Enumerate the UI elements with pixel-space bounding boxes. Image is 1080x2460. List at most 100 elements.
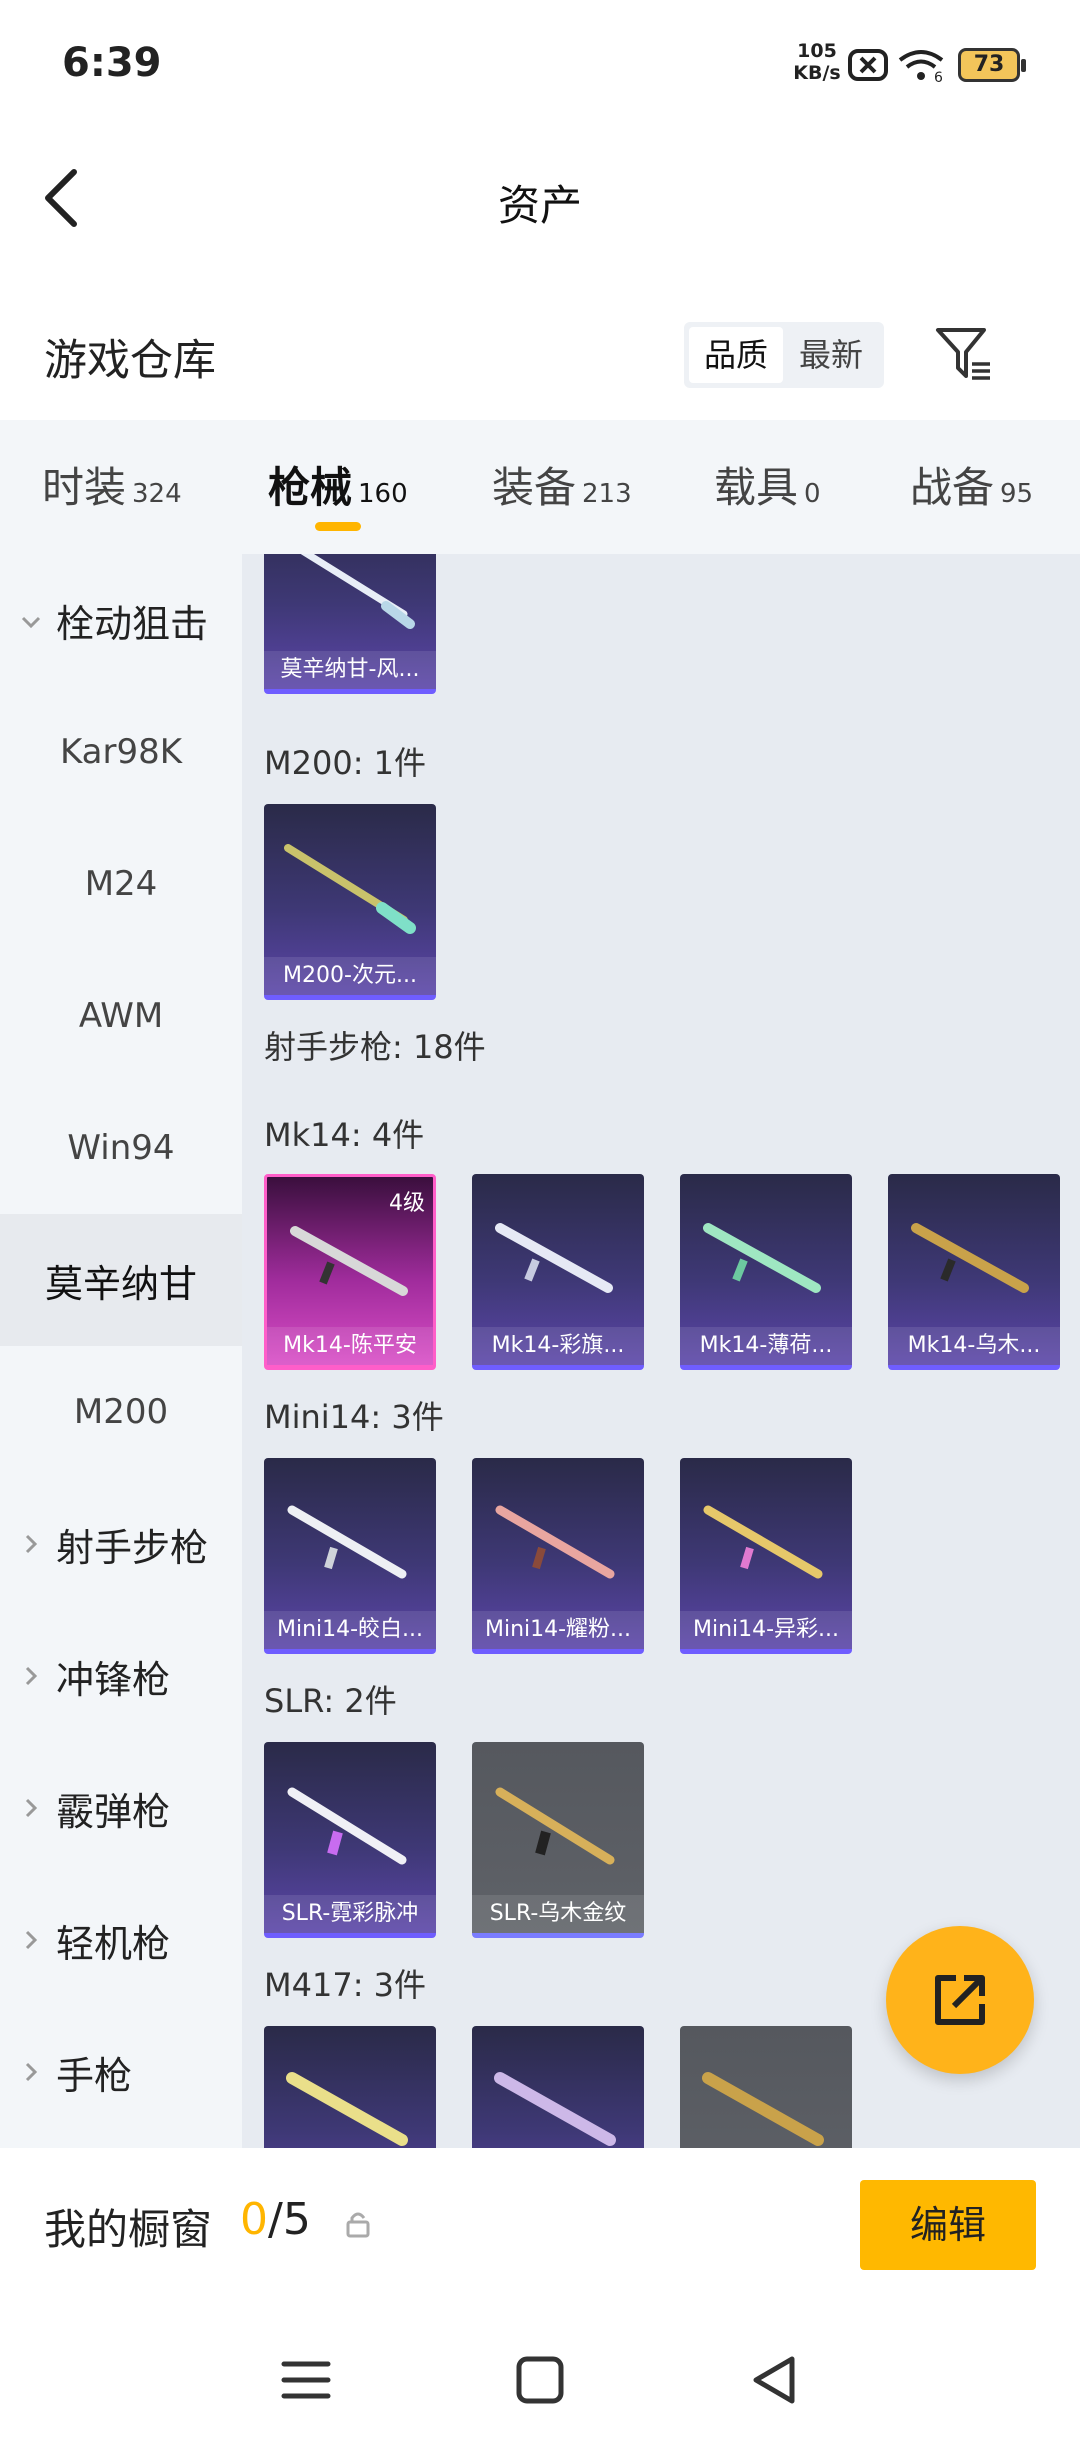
tab-battle-supplies[interactable]: 战备 95 — [910, 454, 1033, 524]
rifle-icon — [287, 1787, 407, 1865]
tab-count: 213 — [582, 479, 632, 509]
weapon-card-name: Mini14-异彩... — [680, 1611, 852, 1649]
filter-icon[interactable] — [934, 324, 994, 384]
rifle-icon — [495, 1787, 615, 1865]
weapon-card-name: Mini14-皎白... — [264, 1611, 436, 1649]
rifle-icon — [284, 844, 416, 934]
sidebar-item-shotgun[interactable]: 霰弹枪 — [0, 1742, 242, 1874]
back-triangle-icon[interactable] — [748, 2354, 800, 2406]
tab-fashion[interactable]: 时装 324 — [42, 454, 182, 524]
weapon-card[interactable]: Mk14-薄荷... — [680, 1174, 852, 1370]
tab-label: 载具 — [714, 463, 799, 512]
sort-latest-button[interactable]: 最新 — [784, 327, 878, 383]
weapon-list: 莫辛纳甘-风... M200: 1件 M200-次元... 射手步枪: 18件 … — [242, 554, 1080, 2148]
sidebar-item-label: Kar98K — [59, 732, 183, 772]
group-title-slr: SLR: 2件 — [264, 1682, 397, 1720]
weapon-card[interactable]: M200-次元... — [264, 804, 436, 1000]
weapon-card[interactable]: SLR-乌木金纹 — [472, 1742, 644, 1938]
weapon-card[interactable]: Mini14-皎白... — [264, 1458, 436, 1654]
sidebar-item-m200[interactable]: M200 — [0, 1346, 242, 1478]
sidebar-item-kar98k[interactable]: Kar98K — [0, 686, 242, 818]
weapon-card[interactable] — [264, 2026, 436, 2148]
home-icon[interactable] — [514, 2354, 566, 2406]
sidebar-item-bolt-action[interactable]: 栓动狙击 — [0, 554, 242, 686]
rifle-icon — [495, 1505, 615, 1579]
rifle-icon — [495, 1223, 613, 1293]
rifle-icon — [911, 1223, 1029, 1293]
chevron-right-icon — [25, 1930, 38, 1950]
weapon-card[interactable] — [472, 2026, 644, 2148]
sidebar-item-win94[interactable]: Win94 — [0, 1082, 242, 1214]
rifle-icon — [703, 1505, 823, 1579]
network-speed: 105 KB/s — [792, 40, 842, 84]
sidebar-item-awm[interactable]: AWM — [0, 950, 242, 1082]
system-navigation-bar — [0, 2302, 1080, 2460]
close-notification-icon — [848, 49, 888, 81]
chevron-right-icon — [25, 1534, 38, 1554]
chevron-down-icon — [21, 616, 41, 629]
edit-button[interactable]: 编辑 — [860, 2180, 1036, 2270]
showcase-bar: 我的橱窗 0 /5 编辑 — [0, 2148, 1080, 2302]
tab-count: 95 — [1000, 479, 1034, 509]
share-icon — [935, 1975, 985, 2025]
weapon-card[interactable]: Mini14-异彩... — [680, 1458, 852, 1654]
status-time: 6:39 — [62, 40, 162, 86]
tab-label: 时装 — [42, 463, 127, 512]
sidebar-item-label: 射手步枪 — [56, 1525, 209, 1570]
group-title-dmr: 射手步枪: 18件 — [264, 1028, 486, 1066]
chevron-right-icon — [25, 1666, 38, 1686]
weapon-card[interactable]: 4级 Mk14-陈平安 — [264, 1174, 436, 1370]
sort-quality-button[interactable]: 品质 — [689, 327, 783, 383]
tab-equipment[interactable]: 装备 213 — [492, 454, 632, 524]
active-tab-indicator — [315, 522, 361, 531]
tab-label: 装备 — [492, 463, 577, 512]
sidebar-item-label: 莫辛纳甘 — [44, 1261, 197, 1306]
sidebar-item-pistol[interactable]: 手枪 — [0, 2006, 242, 2138]
rifle-icon — [287, 1505, 407, 1579]
weapon-card[interactable]: Mini14-耀粉... — [472, 1458, 644, 1654]
wifi-icon: 6 — [898, 50, 944, 84]
battery-indicator: 73 — [958, 48, 1026, 82]
weapon-card-name: Mk14-薄荷... — [680, 1327, 852, 1365]
rifle-icon — [494, 2072, 616, 2146]
chevron-right-icon — [25, 1798, 38, 1818]
sidebar-item-label: Win94 — [67, 1128, 175, 1168]
sort-toggle: 品质 最新 — [684, 322, 884, 388]
sidebar-item-mosin-nagant[interactable]: 莫辛纳甘 — [0, 1214, 242, 1346]
sidebar-item-label: 冲锋枪 — [56, 1657, 171, 1702]
sidebar-item-smg[interactable]: 冲锋枪 — [0, 1610, 242, 1742]
tab-count: 0 — [804, 479, 821, 509]
tab-firearms[interactable]: 枪械 160 — [268, 454, 408, 524]
sidebar-item-dmr[interactable]: 射手步枪 — [0, 1478, 242, 1610]
tab-label: 枪械 — [268, 463, 353, 512]
sidebar-item-label: 轻机枪 — [56, 1921, 171, 1966]
weapon-card[interactable]: Mk14-彩旗... — [472, 1174, 644, 1370]
menu-icon[interactable] — [280, 2354, 332, 2406]
sidebar-item-lmg[interactable]: 轻机枪 — [0, 1874, 242, 2006]
sidebar-item-label: M200 — [73, 1392, 169, 1432]
game-warehouse-title: 游戏仓库 — [44, 336, 216, 386]
sidebar-item-label: 手枪 — [56, 2053, 133, 2098]
tab-vehicles[interactable]: 载具 0 — [714, 454, 821, 524]
chevron-right-icon — [25, 2062, 38, 2082]
weapon-card[interactable] — [680, 2026, 852, 2148]
sidebar-item-label: AWM — [78, 996, 164, 1036]
weapon-card-name: SLR-霓彩脉冲 — [264, 1895, 436, 1933]
weapon-card[interactable]: 莫辛纳甘-风... — [264, 554, 436, 694]
weapon-card[interactable]: SLR-霓彩脉冲 — [264, 1742, 436, 1938]
rifle-icon — [702, 2072, 824, 2146]
group-title-mini14: Mini14: 3件 — [264, 1398, 444, 1436]
network-speed-unit: KB/s — [793, 62, 841, 84]
network-speed-value: 105 — [797, 40, 837, 62]
group-title-m417: M417: 3件 — [264, 1966, 427, 2004]
weapon-card-name: Mk14-陈平安 — [267, 1327, 433, 1365]
tab-count: 160 — [358, 479, 408, 509]
page-title: 资产 — [497, 181, 582, 230]
weapon-card[interactable]: Mk14-乌木... — [888, 1174, 1060, 1370]
tab-count: 324 — [132, 479, 182, 509]
sidebar-item-m24[interactable]: M24 — [0, 818, 242, 950]
sidebar-item-label: M24 — [84, 864, 158, 904]
share-button[interactable] — [886, 1926, 1034, 2074]
sidebar-item-label: 栓动狙击 — [56, 601, 209, 646]
weapon-card-name: Mini14-耀粉... — [472, 1611, 644, 1649]
